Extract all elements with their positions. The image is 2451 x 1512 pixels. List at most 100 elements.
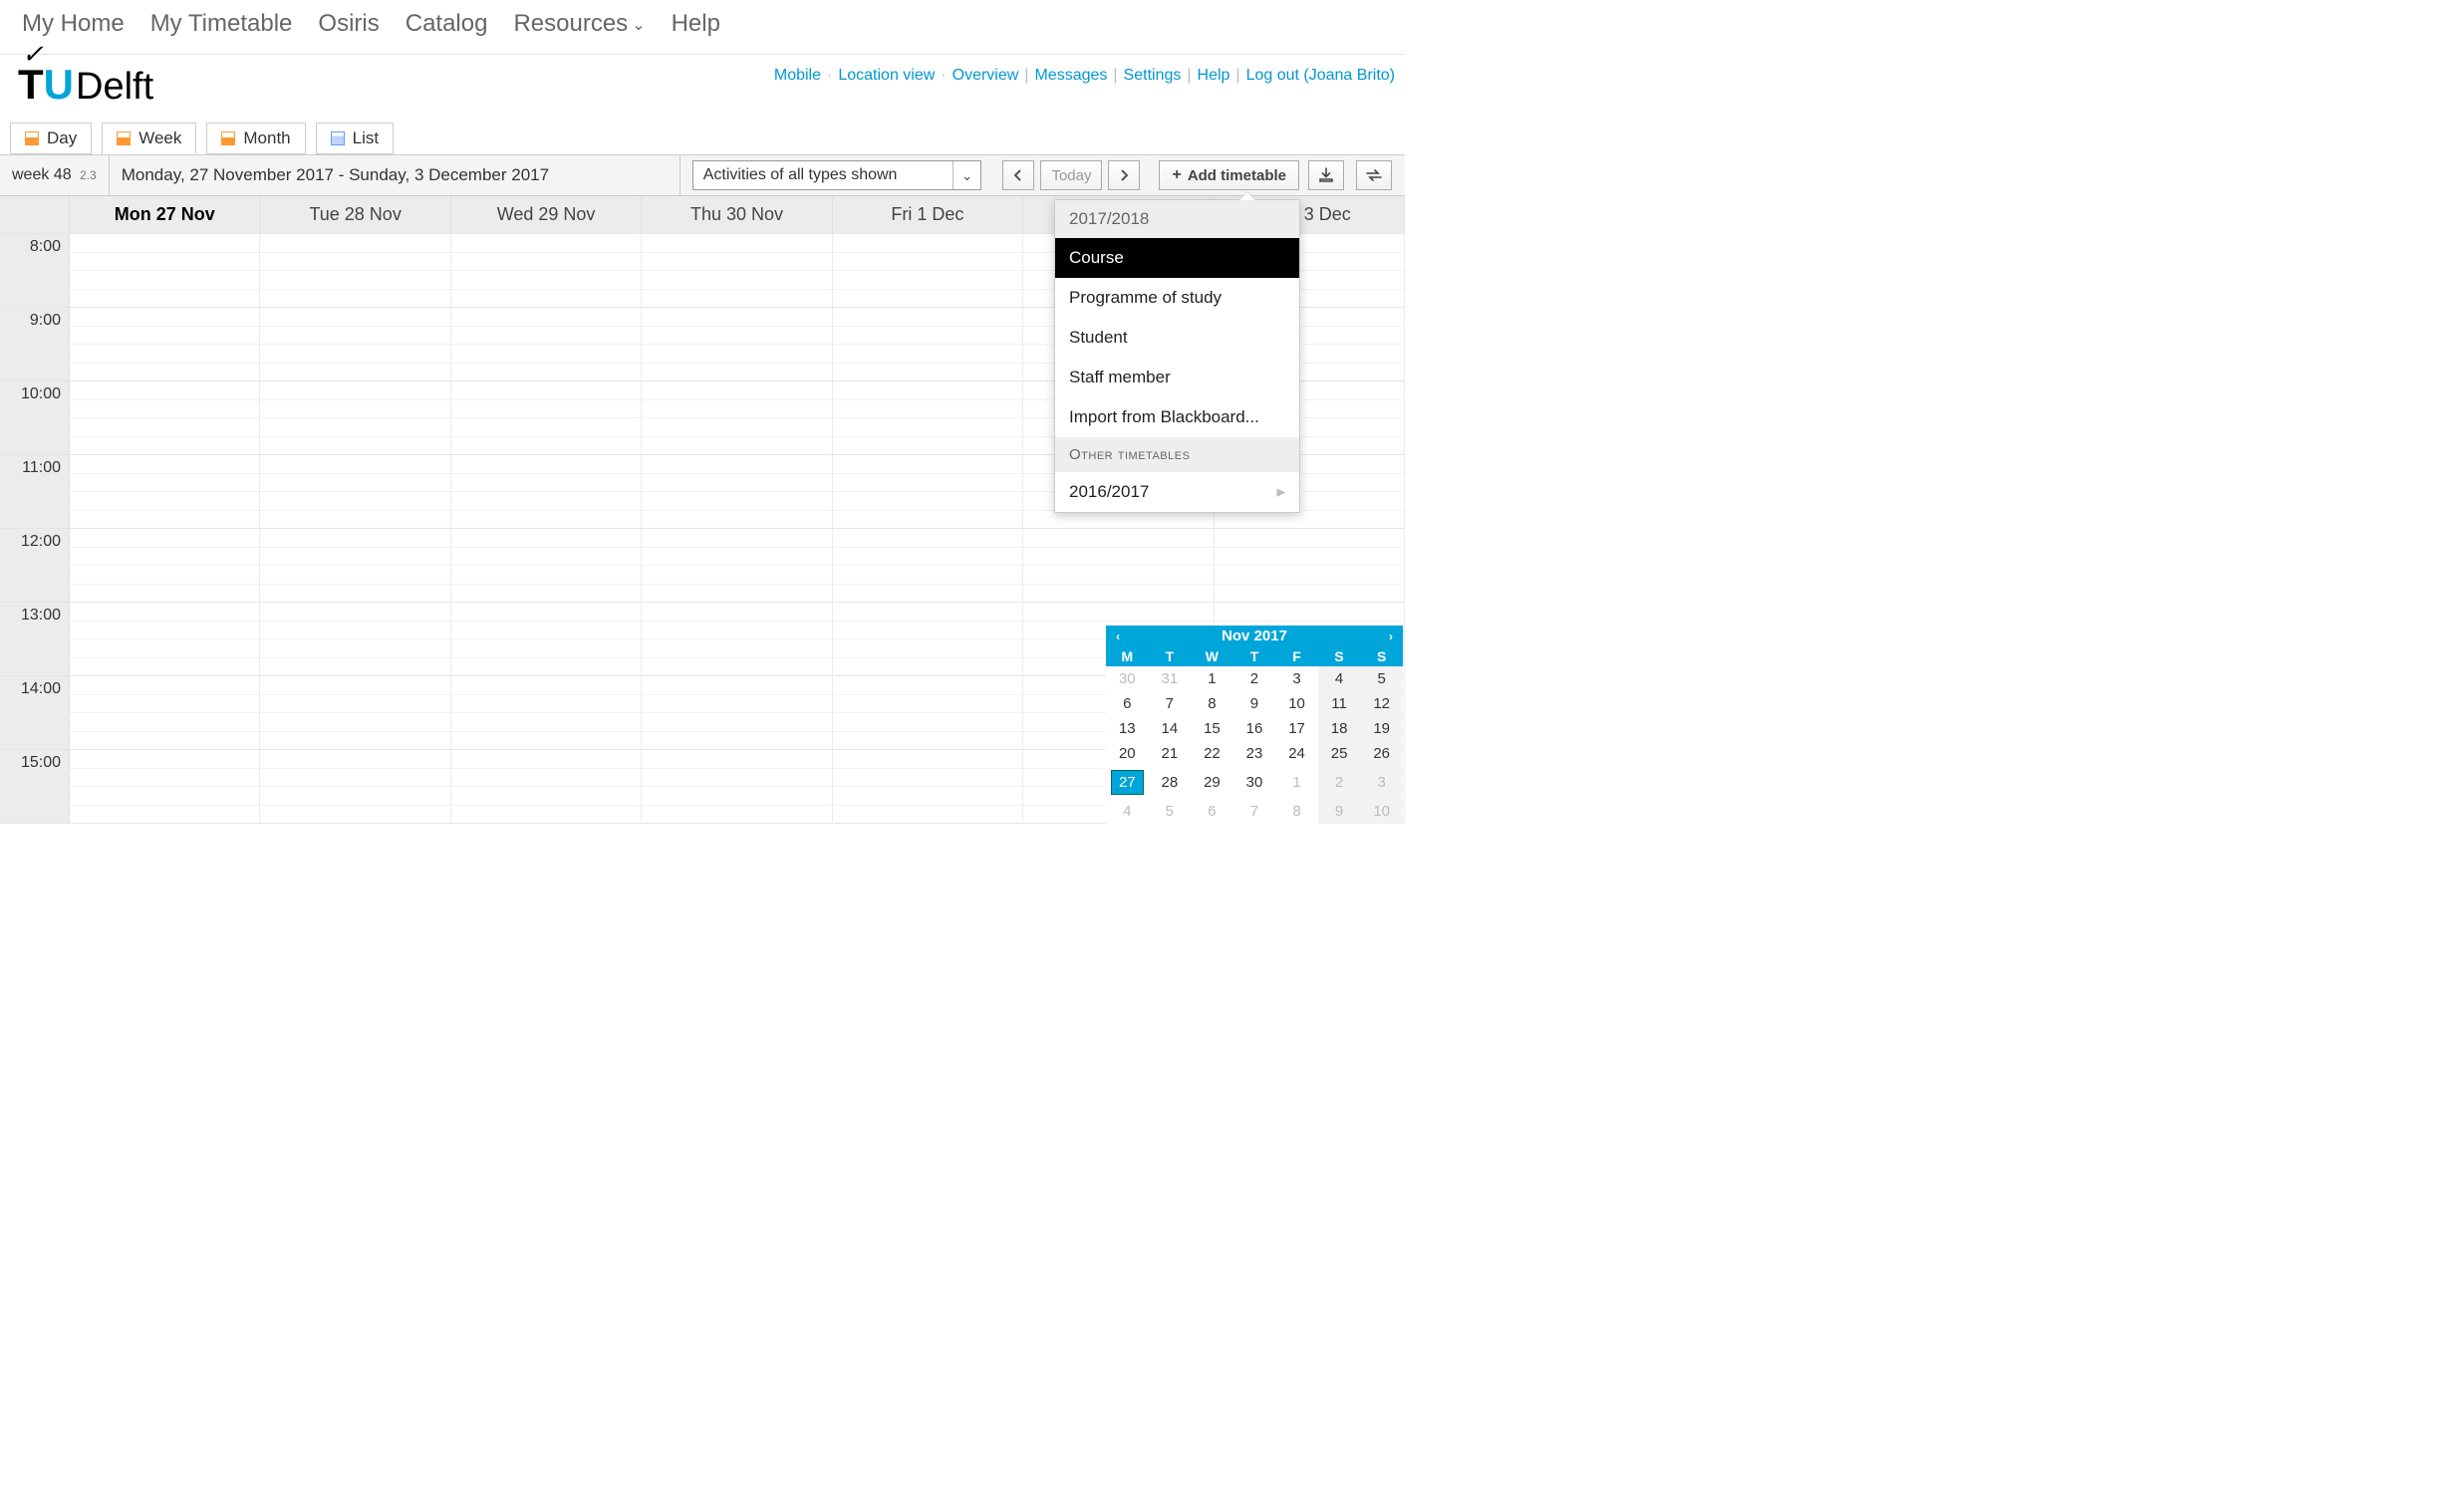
- time-slot[interactable]: [833, 234, 1022, 253]
- time-slot[interactable]: [451, 474, 641, 493]
- time-slot[interactable]: [70, 787, 259, 806]
- time-slot[interactable]: [833, 253, 1022, 272]
- time-slot[interactable]: [642, 327, 831, 346]
- day-column[interactable]: [260, 234, 450, 824]
- time-slot[interactable]: [833, 732, 1022, 751]
- time-slot[interactable]: [833, 806, 1022, 825]
- today-button[interactable]: Today: [1040, 160, 1102, 190]
- minical-day[interactable]: 15: [1191, 716, 1233, 741]
- chevron-down-icon[interactable]: ⌄: [953, 161, 981, 189]
- time-slot[interactable]: [1215, 529, 1404, 548]
- time-slot[interactable]: [70, 622, 259, 640]
- time-slot[interactable]: [451, 769, 641, 788]
- minical-day[interactable]: 22: [1191, 741, 1233, 766]
- minical-day[interactable]: 29: [1191, 766, 1233, 799]
- dropdown-item[interactable]: Programme of study: [1055, 278, 1299, 318]
- time-slot[interactable]: [642, 658, 831, 677]
- time-slot[interactable]: [642, 676, 831, 695]
- time-slot[interactable]: [451, 639, 641, 658]
- time-slot[interactable]: [833, 511, 1022, 530]
- time-slot[interactable]: [1215, 585, 1404, 604]
- time-slot[interactable]: [642, 806, 831, 825]
- time-slot[interactable]: [260, 271, 449, 290]
- time-slot[interactable]: [642, 585, 831, 604]
- time-slot[interactable]: [642, 732, 831, 751]
- time-slot[interactable]: [833, 400, 1022, 419]
- time-slot[interactable]: [260, 327, 449, 346]
- time-slot[interactable]: [70, 750, 259, 769]
- dropdown-item[interactable]: Course: [1055, 238, 1299, 278]
- time-slot[interactable]: [451, 603, 641, 622]
- minical-day[interactable]: 6: [1106, 691, 1149, 716]
- time-slot[interactable]: [642, 437, 831, 456]
- dropdown-item[interactable]: Student: [1055, 318, 1299, 358]
- time-slot[interactable]: [260, 308, 449, 327]
- time-slot[interactable]: [833, 713, 1022, 732]
- minical-day[interactable]: 2: [1233, 666, 1276, 691]
- minical-day[interactable]: 7: [1149, 691, 1192, 716]
- minical-day[interactable]: 5: [1360, 666, 1403, 691]
- time-slot[interactable]: [260, 234, 449, 253]
- tab-week[interactable]: Week: [102, 123, 196, 154]
- time-slot[interactable]: [451, 713, 641, 732]
- time-slot[interactable]: [70, 400, 259, 419]
- time-slot[interactable]: [70, 381, 259, 400]
- minical-day[interactable]: 2: [1318, 766, 1361, 799]
- time-slot[interactable]: [642, 253, 831, 272]
- time-slot[interactable]: [833, 455, 1022, 474]
- time-slot[interactable]: [70, 234, 259, 253]
- time-slot[interactable]: [642, 695, 831, 714]
- time-slot[interactable]: [70, 290, 259, 309]
- link-mobile[interactable]: Mobile: [774, 67, 821, 85]
- time-slot[interactable]: [451, 732, 641, 751]
- time-slot[interactable]: [260, 787, 449, 806]
- minical-day[interactable]: 10: [1360, 799, 1403, 824]
- time-slot[interactable]: [70, 658, 259, 677]
- time-slot[interactable]: [642, 769, 831, 788]
- time-slot[interactable]: [833, 548, 1022, 567]
- tab-month[interactable]: Month: [206, 123, 305, 154]
- time-slot[interactable]: [70, 345, 259, 364]
- time-slot[interactable]: [260, 253, 449, 272]
- time-slot[interactable]: [1023, 585, 1213, 604]
- time-slot[interactable]: [260, 695, 449, 714]
- time-slot[interactable]: [833, 474, 1022, 493]
- time-slot[interactable]: [833, 418, 1022, 437]
- time-slot[interactable]: [642, 548, 831, 567]
- link-location-view[interactable]: Location view: [838, 67, 935, 85]
- time-slot[interactable]: [642, 622, 831, 640]
- time-slot[interactable]: [70, 271, 259, 290]
- time-slot[interactable]: [1215, 548, 1404, 567]
- time-slot[interactable]: [260, 529, 449, 548]
- time-slot[interactable]: [833, 381, 1022, 400]
- minical-day[interactable]: 3: [1360, 766, 1403, 799]
- minical-day[interactable]: 1: [1275, 766, 1318, 799]
- next-button[interactable]: [1108, 160, 1140, 190]
- time-slot[interactable]: [451, 345, 641, 364]
- time-slot[interactable]: [70, 327, 259, 346]
- minical-day[interactable]: 16: [1233, 716, 1276, 741]
- minical-day[interactable]: 4: [1318, 666, 1361, 691]
- sync-button[interactable]: [1356, 160, 1392, 190]
- time-slot[interactable]: [642, 787, 831, 806]
- time-slot[interactable]: [260, 418, 449, 437]
- time-slot[interactable]: [833, 585, 1022, 604]
- time-slot[interactable]: [70, 713, 259, 732]
- add-timetable-button[interactable]: + Add timetable: [1159, 160, 1299, 190]
- nav-help[interactable]: Help: [672, 10, 720, 38]
- time-slot[interactable]: [451, 327, 641, 346]
- nav-catalog[interactable]: Catalog: [406, 10, 488, 38]
- time-slot[interactable]: [833, 603, 1022, 622]
- time-slot[interactable]: [642, 381, 831, 400]
- nav-my-timetable[interactable]: My Timetable: [150, 10, 293, 38]
- time-slot[interactable]: [70, 492, 259, 511]
- time-slot[interactable]: [451, 234, 641, 253]
- time-slot[interactable]: [642, 750, 831, 769]
- time-slot[interactable]: [260, 750, 449, 769]
- time-slot[interactable]: [642, 400, 831, 419]
- day-column[interactable]: [451, 234, 642, 824]
- link-help[interactable]: Help: [1198, 67, 1230, 85]
- minical-day[interactable]: 19: [1360, 716, 1403, 741]
- time-slot[interactable]: [70, 474, 259, 493]
- time-slot[interactable]: [70, 437, 259, 456]
